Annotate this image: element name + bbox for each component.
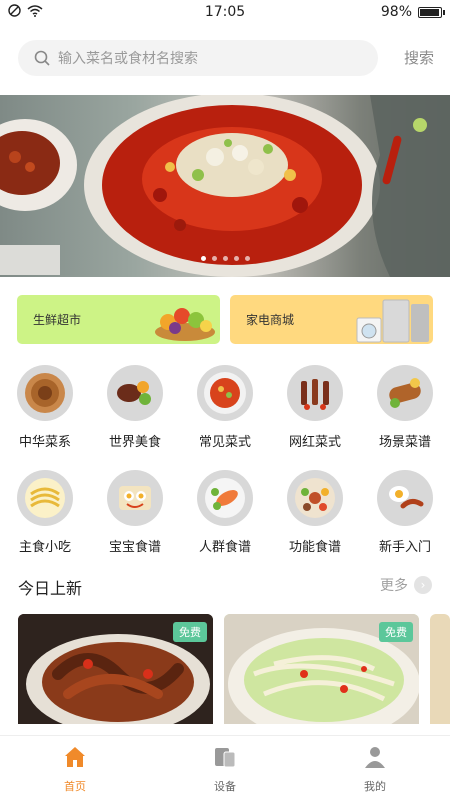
recipe-card-partial[interactable] xyxy=(430,614,450,724)
battery-percent: 98% xyxy=(380,4,412,20)
banner-food-image xyxy=(0,95,450,277)
banner-dot[interactable] xyxy=(233,256,239,261)
bottom-tab-bar: 首页 设备 我的 xyxy=(0,735,450,800)
category-label: 常见菜式 xyxy=(198,435,251,450)
banner-dot[interactable] xyxy=(211,256,217,261)
category-beginner-guide[interactable]: 新手入门 xyxy=(360,470,450,555)
group-recipes-icon xyxy=(197,470,253,526)
promo-label: 生鲜超市 xyxy=(33,313,82,327)
staple-snacks-icon xyxy=(17,470,73,526)
category-label: 宝宝食谱 xyxy=(108,540,161,555)
banner-pagination xyxy=(0,256,450,261)
search-icon xyxy=(34,50,50,66)
recipe-card[interactable]: 免费 xyxy=(18,614,213,724)
common-dishes-icon xyxy=(197,365,253,421)
category-functional-recipes[interactable]: 功能食谱 xyxy=(270,470,360,555)
category-label: 主食小吃 xyxy=(18,540,71,555)
appliances-icon xyxy=(356,299,429,343)
banner-dot[interactable] xyxy=(200,256,206,261)
promo-label: 家电商城 xyxy=(246,313,295,327)
devices-icon xyxy=(215,748,236,768)
category-staple-snacks[interactable]: 主食小吃 xyxy=(0,470,90,555)
baby-recipes-icon xyxy=(107,470,163,526)
free-badge: 免费 xyxy=(173,622,207,642)
recipe-card[interactable]: 免费 xyxy=(224,614,419,724)
category-label: 人群食谱 xyxy=(198,540,251,555)
home-icon xyxy=(65,747,85,767)
promo-fresh-market[interactable]: 生鲜超市 xyxy=(17,295,220,344)
profile-icon xyxy=(365,747,385,768)
category-scenario-recipes[interactable]: 场景菜谱 xyxy=(360,365,450,450)
banner-carousel[interactable] xyxy=(0,95,450,277)
trending-dishes-icon xyxy=(287,365,343,421)
tab-devices[interactable]: 设备 xyxy=(185,744,265,794)
free-badge: 免费 xyxy=(379,622,413,642)
more-label: 更多 xyxy=(380,578,408,594)
category-label: 世界美食 xyxy=(108,435,161,450)
status-icons-right: 98% xyxy=(380,4,445,20)
category-label: 功能食谱 xyxy=(288,540,341,555)
tab-label: 设备 xyxy=(214,780,236,793)
category-group-recipes[interactable]: 人群食谱 xyxy=(180,470,270,555)
functional-recipes-icon xyxy=(287,470,343,526)
tab-label: 首页 xyxy=(64,780,86,793)
category-chinese-cuisine[interactable]: 中华菜系 xyxy=(0,365,90,450)
tab-home[interactable]: 首页 xyxy=(35,744,115,794)
chevron-right-icon: › xyxy=(414,576,432,594)
fruit-basket-icon xyxy=(155,308,215,341)
category-label: 中华菜系 xyxy=(18,435,71,450)
banner-dot[interactable] xyxy=(222,256,228,261)
promo-appliance-mall[interactable]: 家电商城 xyxy=(230,295,433,344)
category-label: 网红菜式 xyxy=(288,435,341,450)
beginner-guide-icon xyxy=(377,470,433,526)
category-label: 新手入门 xyxy=(378,540,431,555)
category-baby-recipes[interactable]: 宝宝食谱 xyxy=(90,470,180,555)
search-input[interactable]: 输入菜名或食材名搜索 xyxy=(18,40,378,76)
category-common-dishes[interactable]: 常见菜式 xyxy=(180,365,270,450)
scenario-recipes-icon xyxy=(377,365,433,421)
section-title-new-today: 今日上新 xyxy=(18,579,83,598)
tab-label: 我的 xyxy=(364,780,386,793)
search-button[interactable]: 搜索 xyxy=(404,40,434,76)
tab-profile[interactable]: 我的 xyxy=(335,744,415,794)
status-bar: 17:05 98% xyxy=(0,0,450,24)
chinese-cuisine-icon xyxy=(17,365,73,421)
banner-dot[interactable] xyxy=(244,256,250,261)
world-food-icon xyxy=(107,365,163,421)
search-placeholder: 输入菜名或食材名搜索 xyxy=(58,51,198,67)
more-button[interactable]: 更多 › xyxy=(380,575,432,595)
category-label: 场景菜谱 xyxy=(378,435,431,450)
category-trending-dishes[interactable]: 网红菜式 xyxy=(270,365,360,450)
category-world-food[interactable]: 世界美食 xyxy=(90,365,180,450)
search-row: 输入菜名或食材名搜索 搜索 xyxy=(18,40,438,76)
battery-icon xyxy=(418,6,445,18)
